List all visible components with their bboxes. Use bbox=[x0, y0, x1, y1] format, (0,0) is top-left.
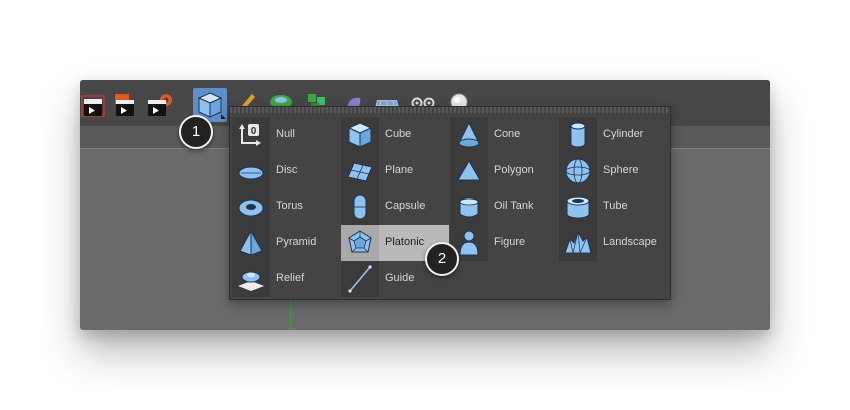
menu-item-label: Cone bbox=[494, 128, 521, 140]
svg-text:0: 0 bbox=[251, 126, 257, 137]
torus-icon bbox=[232, 189, 270, 225]
menu-item-cone[interactable]: Cone bbox=[450, 117, 555, 153]
pyramid-icon bbox=[232, 225, 270, 261]
menu-item-polygon[interactable]: Polygon bbox=[450, 153, 555, 189]
menu-item-label: Oil Tank bbox=[494, 200, 534, 212]
menu-item-label: Torus bbox=[276, 200, 303, 212]
menu-item-null[interactable]: 0 Null bbox=[232, 117, 337, 153]
menu-item-label: Null bbox=[276, 128, 295, 140]
sphere-icon bbox=[559, 153, 597, 189]
menu-item-cube[interactable]: Cube bbox=[341, 117, 446, 153]
render-view-icon[interactable] bbox=[80, 92, 110, 122]
relief-icon bbox=[232, 261, 270, 297]
menu-item-label: Platonic bbox=[385, 236, 425, 248]
tube-icon bbox=[559, 189, 597, 225]
polygon-icon bbox=[450, 153, 488, 189]
platonic-icon bbox=[341, 225, 379, 261]
menu-item-label: Plane bbox=[385, 164, 414, 176]
menu-item-label: Cube bbox=[385, 128, 412, 140]
plane-icon bbox=[341, 153, 379, 189]
cube-icon bbox=[341, 117, 379, 153]
capsule-icon bbox=[341, 189, 379, 225]
menu-tear-off-grip[interactable] bbox=[230, 107, 670, 113]
disc-icon bbox=[232, 153, 270, 189]
menu-item-capsule[interactable]: Capsule bbox=[341, 189, 446, 225]
menu-item-label: Disc bbox=[276, 164, 298, 176]
step-badge-1: 1 bbox=[179, 115, 213, 149]
menu-item-label: Pyramid bbox=[276, 236, 317, 248]
menu-item-label: Figure bbox=[494, 236, 526, 248]
oil-tank-icon bbox=[450, 189, 488, 225]
landscape-icon bbox=[559, 225, 597, 261]
menu-item-label: Tube bbox=[603, 200, 628, 212]
menu-item-torus[interactable]: Torus bbox=[232, 189, 337, 225]
menu-item-sphere[interactable]: Sphere bbox=[559, 153, 664, 189]
menu-item-disc[interactable]: Disc bbox=[232, 153, 337, 189]
render-settings-icon[interactable] bbox=[144, 92, 174, 122]
menu-item-label: Cylinder bbox=[603, 128, 644, 140]
menu-item-label: Guide bbox=[385, 272, 415, 284]
step-badge-2: 2 bbox=[425, 242, 459, 276]
menu-item-label: Polygon bbox=[494, 164, 534, 176]
menu-item-cylinder[interactable]: Cylinder bbox=[559, 117, 664, 153]
menu-item-label: Capsule bbox=[385, 200, 426, 212]
render-picture-viewer-icon[interactable] bbox=[112, 92, 142, 122]
menu-item-plane[interactable]: Plane bbox=[341, 153, 446, 189]
cylinder-icon bbox=[559, 117, 597, 153]
menu-item-landscape[interactable]: Landscape bbox=[559, 225, 664, 261]
menu-item-label: Sphere bbox=[603, 164, 639, 176]
cone-icon bbox=[450, 117, 488, 153]
null-icon: 0 bbox=[232, 117, 270, 153]
guide-icon bbox=[341, 261, 379, 297]
menu-item-oil-tank[interactable]: Oil Tank bbox=[450, 189, 555, 225]
menu-item-relief[interactable]: Relief bbox=[232, 261, 337, 297]
menu-item-tube[interactable]: Tube bbox=[559, 189, 664, 225]
menu-item-label: Landscape bbox=[603, 236, 657, 248]
menu-item-pyramid[interactable]: Pyramid bbox=[232, 225, 337, 261]
menu-item-label: Relief bbox=[276, 272, 305, 284]
menu-item-figure[interactable]: Figure bbox=[450, 225, 555, 261]
